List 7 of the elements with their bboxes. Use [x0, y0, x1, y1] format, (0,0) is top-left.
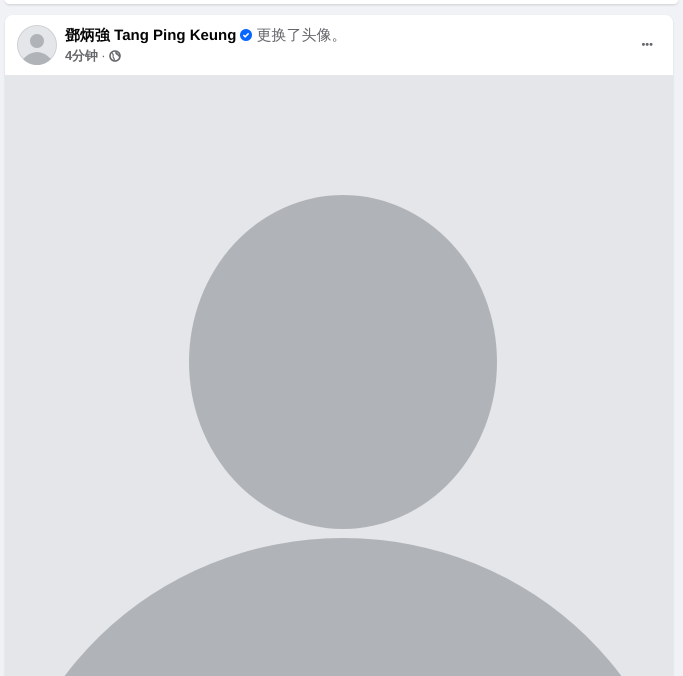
- more-options-button[interactable]: •••: [633, 33, 661, 57]
- globe-icon: [108, 50, 121, 62]
- timestamp-link[interactable]: 4分钟: [65, 46, 98, 64]
- avatar-icon[interactable]: [17, 25, 57, 65]
- post-action-text: 更换了头像。: [256, 26, 346, 44]
- separator-text: ·: [101, 48, 106, 63]
- author-link[interactable]: 鄧炳強 Tang Ping Keung: [65, 26, 236, 44]
